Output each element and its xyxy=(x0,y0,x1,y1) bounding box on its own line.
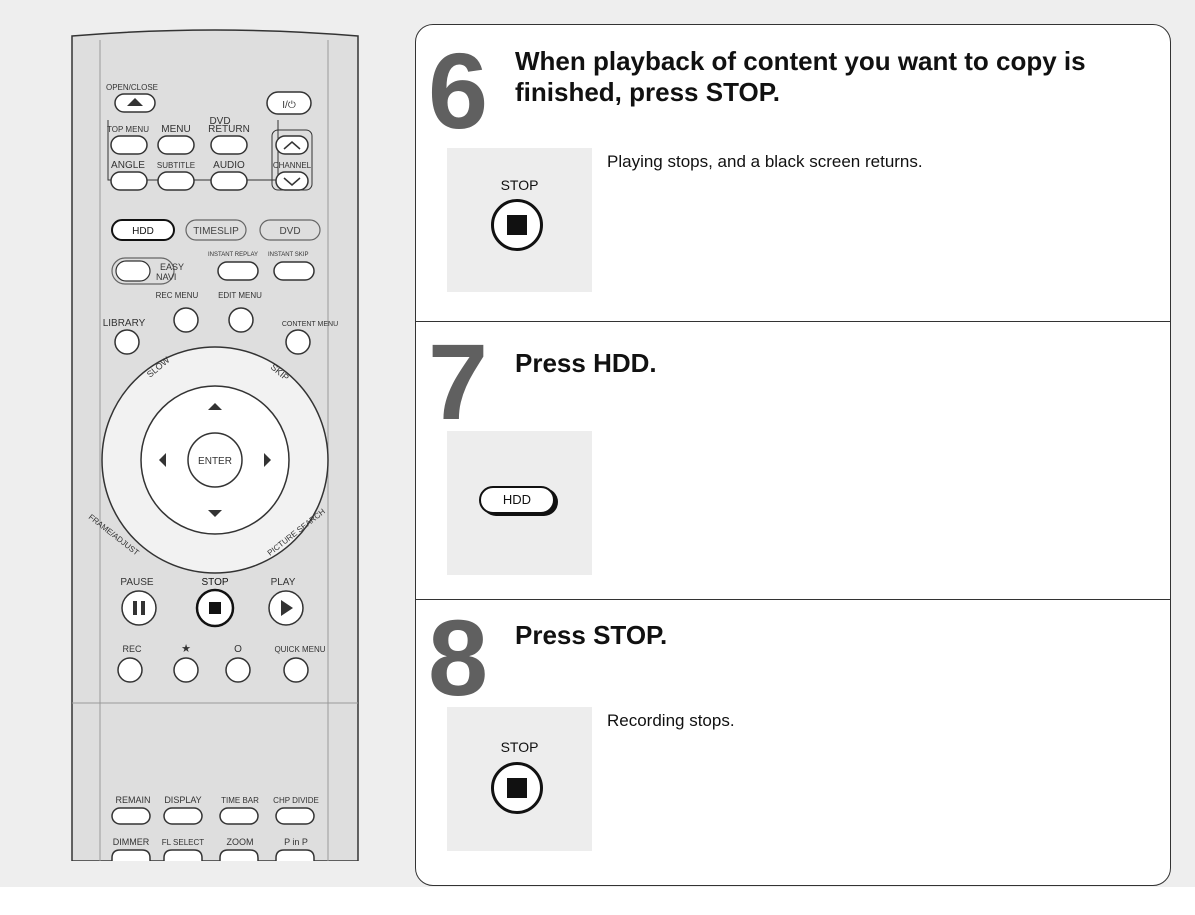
step-7-number: 7 xyxy=(428,321,488,442)
stop-button-label: STOP xyxy=(500,177,539,193)
svg-text:INSTANT SKIP: INSTANT SKIP xyxy=(268,252,308,258)
svg-text:CONTENT MENU: CONTENT MENU xyxy=(282,321,338,328)
svg-text:REMAIN: REMAIN xyxy=(115,795,150,805)
step-divider xyxy=(416,321,1170,322)
step-8-number: 8 xyxy=(428,597,488,718)
svg-text:DIMMER: DIMMER xyxy=(113,837,150,847)
svg-text:LIBRARY: LIBRARY xyxy=(103,318,146,329)
remote-control-illustration: OPEN/CLOSE I/⏻ DVD TOP MENU MENU RETURN … xyxy=(70,28,360,862)
svg-text:REC MENU: REC MENU xyxy=(156,291,199,300)
svg-text:EASY: EASY xyxy=(160,262,184,272)
svg-text:EDIT MENU: EDIT MENU xyxy=(218,291,262,300)
hdd-button-icon: HDD xyxy=(479,486,555,514)
step-6-description: Playing stops, and a black screen return… xyxy=(607,152,923,171)
svg-text:CHP DIVIDE: CHP DIVIDE xyxy=(273,796,319,805)
step-6-title: When playback of content you want to cop… xyxy=(515,46,1086,108)
svg-text:INSTANT REPLAY: INSTANT REPLAY xyxy=(208,252,258,258)
svg-text:NAVI: NAVI xyxy=(156,272,176,282)
svg-text:FL SELECT: FL SELECT xyxy=(162,838,204,847)
svg-text:REC: REC xyxy=(122,644,142,654)
step-8-description: Recording stops. xyxy=(607,711,735,730)
svg-text:PLAY: PLAY xyxy=(271,577,296,588)
svg-text:★: ★ xyxy=(181,643,191,655)
svg-text:SUBTITLE: SUBTITLE xyxy=(157,161,195,170)
svg-text:TIME BAR: TIME BAR xyxy=(221,796,259,805)
stop-button-icon xyxy=(491,762,543,814)
svg-text:ANGLE: ANGLE xyxy=(111,160,145,171)
svg-text:CHANNEL: CHANNEL xyxy=(273,161,312,170)
svg-text:STOP: STOP xyxy=(201,577,228,588)
svg-text:DISPLAY: DISPLAY xyxy=(164,795,201,805)
stop-button-label: STOP xyxy=(500,739,539,755)
svg-text:TOP MENU: TOP MENU xyxy=(107,125,149,134)
svg-text:P in P: P in P xyxy=(284,837,308,847)
power-button: I/⏻ xyxy=(266,91,312,115)
open-close-label: OPEN/CLOSE xyxy=(106,83,158,92)
step-6-number: 6 xyxy=(428,30,488,151)
svg-text:DVD: DVD xyxy=(279,226,300,237)
svg-text:ZOOM: ZOOM xyxy=(227,837,254,847)
svg-text:O: O xyxy=(234,644,242,655)
svg-text:PAUSE: PAUSE xyxy=(120,577,153,588)
svg-text:TIMESLIP: TIMESLIP xyxy=(193,226,239,237)
svg-text:MENU: MENU xyxy=(161,124,190,135)
step-6-title-line1: When playback of content you want to cop… xyxy=(515,46,1086,76)
step-8-button-illustration: STOP xyxy=(447,707,592,851)
svg-text:HDD: HDD xyxy=(132,226,154,237)
step-7-button-illustration: HDD xyxy=(447,431,592,575)
step-7-title: Press HDD. xyxy=(515,348,657,378)
stop-button-highlight xyxy=(195,588,235,628)
svg-text:RETURN: RETURN xyxy=(208,124,250,135)
step-divider xyxy=(416,599,1170,600)
eject-button xyxy=(114,93,156,113)
svg-text:OPEN/CLOSE: OPEN/CLOSE xyxy=(106,83,158,92)
svg-text:I/⏻: I/⏻ xyxy=(282,100,296,111)
step-6-title-line2: finished, press STOP. xyxy=(515,77,780,107)
svg-text:ENTER: ENTER xyxy=(198,456,232,467)
instruction-card: 6 When playback of content you want to c… xyxy=(415,24,1171,886)
step-8-title: Press STOP. xyxy=(515,620,668,650)
svg-text:AUDIO: AUDIO xyxy=(213,160,245,171)
svg-text:QUICK MENU: QUICK MENU xyxy=(274,645,325,654)
stop-button-icon xyxy=(491,199,543,251)
step-6-button-illustration: STOP xyxy=(447,148,592,292)
hdd-button-highlight: HDD xyxy=(111,219,175,241)
